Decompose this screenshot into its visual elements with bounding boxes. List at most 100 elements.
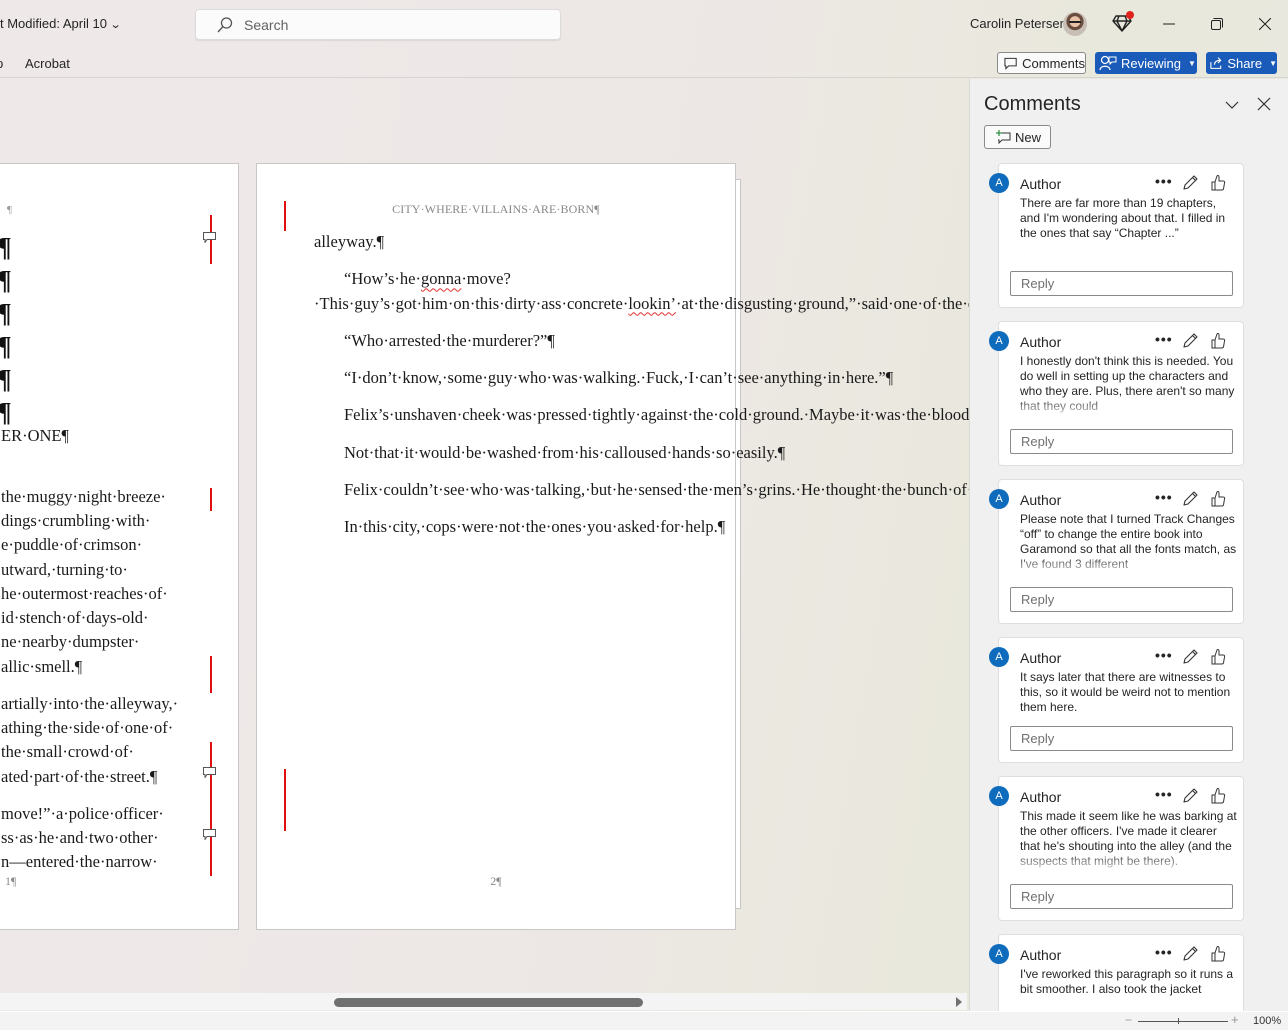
page-body[interactable]: alleyway.¶ “How’s·he·gonna·move?·This·gu…: [314, 230, 969, 553]
text-line: artially·into·the·alleyway,·: [1, 694, 179, 713]
paragraph: alleyway.¶: [314, 232, 385, 251]
text-line: utward,·turning·to·: [1, 560, 128, 579]
text-line: allic·smell.¶: [1, 657, 83, 676]
author-avatar: A: [989, 331, 1009, 351]
empty-paragraph: ¶: [0, 366, 12, 393]
empty-paragraph: ¶: [0, 267, 12, 294]
more-options-icon[interactable]: •••: [1155, 647, 1173, 663]
edit-pencil-icon[interactable]: [1182, 945, 1199, 962]
reply-input[interactable]: Reply: [1010, 726, 1233, 751]
status-bar: − + 100%: [0, 1011, 1288, 1030]
thumbs-up-icon[interactable]: [1211, 945, 1226, 962]
paragraph: “Who·arrested·the·murderer?”¶: [344, 330, 555, 350]
thumbs-up-icon[interactable]: [1211, 787, 1226, 804]
document-title: t Modified: April 10: [0, 16, 107, 31]
comment-author: Author: [1020, 650, 1062, 666]
document-title-menu[interactable]: t Modified: April 10 ⌄: [0, 16, 122, 31]
zoom-level[interactable]: 100%: [1253, 1015, 1281, 1027]
edit-pencil-icon[interactable]: [1182, 787, 1199, 804]
user-name[interactable]: Carolin Petersen: [970, 16, 1067, 31]
close-icon[interactable]: [1257, 97, 1271, 111]
text-line: e·puddle·of·crimson·: [1, 535, 143, 554]
document-canvas[interactable]: ¶ ¶ ¶ ¶ ¶ ¶ ¶ ER·ONE¶ the·muggy·night·br…: [0, 79, 969, 993]
minimize-button[interactable]: [1155, 10, 1183, 38]
more-options-icon[interactable]: •••: [1155, 786, 1173, 802]
share-button[interactable]: Share ▼: [1206, 52, 1277, 74]
zoom-in-button[interactable]: +: [1231, 1012, 1239, 1027]
document-page-1[interactable]: ¶ ¶ ¶ ¶ ¶ ¶ ¶ ER·ONE¶ the·muggy·night·br…: [0, 163, 239, 930]
reviewing-mode-button[interactable]: Reviewing ▼: [1095, 52, 1197, 74]
spelling-error[interactable]: gonna: [421, 269, 461, 288]
comment-card[interactable]: A Author ••• I've reworked this paragrap…: [989, 934, 1244, 1011]
comments-pane: Comments New A Author ••• There are far …: [969, 79, 1288, 1011]
comment-text: There are far more than 19 chapters, and…: [1020, 196, 1226, 240]
horizontal-scrollbar[interactable]: [0, 993, 967, 1010]
edit-pencil-icon[interactable]: [1182, 332, 1199, 349]
new-comment-button[interactable]: New: [984, 125, 1051, 149]
author-avatar: A: [989, 786, 1009, 806]
more-options-icon[interactable]: •••: [1155, 173, 1173, 189]
comments-button[interactable]: Comments: [997, 52, 1086, 74]
thumbs-up-icon[interactable]: [1211, 174, 1226, 191]
comment-card[interactable]: A Author ••• I honestly don't think this…: [989, 321, 1244, 466]
chevron-down-icon[interactable]: [1224, 97, 1240, 113]
document-page-2[interactable]: CITY·WHERE·VILLAINS·ARE·BORN¶ alleyway.¶…: [256, 163, 969, 930]
empty-paragraph: ¶: [0, 234, 12, 261]
more-options-icon[interactable]: •••: [1155, 331, 1173, 347]
zoom-out-button[interactable]: −: [1125, 1013, 1132, 1027]
paragraph: Felix’s·unshaven·cheek·was·pressed·tight…: [344, 405, 969, 425]
restore-icon: [1211, 18, 1223, 30]
text-line: ated·part·of·the·street.¶: [1, 767, 158, 786]
edit-pencil-icon[interactable]: [1182, 490, 1199, 507]
user-avatar[interactable]: [1063, 12, 1087, 36]
comments-button-label: Comments: [1022, 55, 1085, 71]
text-line: id·stench·of·days-old·: [1, 608, 149, 627]
pane-title: Comments: [984, 93, 1081, 115]
comment-author: Author: [1020, 947, 1062, 963]
scroll-right-arrow-icon[interactable]: [956, 997, 962, 1007]
comment-marker-icon[interactable]: [203, 232, 216, 243]
reply-input[interactable]: Reply: [1010, 271, 1233, 296]
search-input[interactable]: Search: [195, 9, 561, 40]
close-icon: [1259, 18, 1271, 30]
reply-input[interactable]: Reply: [1010, 884, 1233, 909]
thumbs-up-icon[interactable]: [1211, 332, 1226, 349]
minimize-icon: [1163, 23, 1175, 25]
search-placeholder: Search: [244, 17, 289, 33]
edit-pencil-icon[interactable]: [1182, 648, 1199, 665]
reviewing-button-label: Reviewing: [1121, 55, 1181, 71]
paragraph: Felix·couldn’t·see·who·was·talking,·but·…: [344, 480, 969, 500]
paragraph-mark: ¶: [7, 204, 12, 216]
chevron-down-icon: ⌄: [109, 19, 122, 31]
comment-marker-icon[interactable]: [203, 829, 216, 840]
reply-input[interactable]: Reply: [1010, 429, 1233, 454]
tab-acrobat[interactable]: Acrobat: [25, 56, 70, 71]
zoom-slider-thumb[interactable]: [1178, 1018, 1179, 1024]
new-button-label: New: [1015, 129, 1042, 145]
thumbs-up-icon[interactable]: [1211, 490, 1226, 507]
comment-card[interactable]: A Author ••• There are far more than 19 …: [989, 163, 1244, 308]
thumbs-up-icon[interactable]: [1211, 648, 1226, 665]
close-window-button[interactable]: [1251, 10, 1279, 38]
text-line: the·small·crowd·of·: [1, 742, 134, 761]
more-options-icon[interactable]: •••: [1155, 489, 1173, 505]
comment-marker-icon[interactable]: [203, 767, 216, 778]
comment-card[interactable]: A Author ••• This made it seem like he w…: [989, 776, 1244, 921]
share-icon: [1210, 57, 1222, 69]
tab-partial[interactable]: p: [0, 56, 3, 71]
restore-button[interactable]: [1203, 10, 1231, 38]
reply-input[interactable]: Reply: [1010, 587, 1233, 612]
scrollbar-thumb[interactable]: [334, 998, 643, 1007]
empty-paragraph: ¶: [0, 300, 12, 327]
spelling-error[interactable]: lookin’: [628, 294, 676, 313]
more-options-icon[interactable]: •••: [1155, 944, 1173, 960]
paragraph: “How’s·he·gonna·move?·This·guy’s·got·him…: [314, 269, 969, 313]
comment-card[interactable]: A Author ••• It says later that there ar…: [989, 637, 1244, 763]
edit-pencil-icon[interactable]: [1182, 174, 1199, 191]
paragraph: In·this·city,·cops·were·not·the·ones·you…: [344, 517, 726, 537]
title-bar: t Modified: April 10 ⌄ Search Carolin Pet…: [0, 0, 1288, 48]
comment-card[interactable]: A Author ••• Please note that I turned T…: [989, 479, 1244, 624]
comment-text: Please note that I turned Track Changes …: [1020, 512, 1237, 571]
zoom-slider[interactable]: [1138, 1021, 1228, 1022]
author-avatar: A: [989, 173, 1009, 193]
